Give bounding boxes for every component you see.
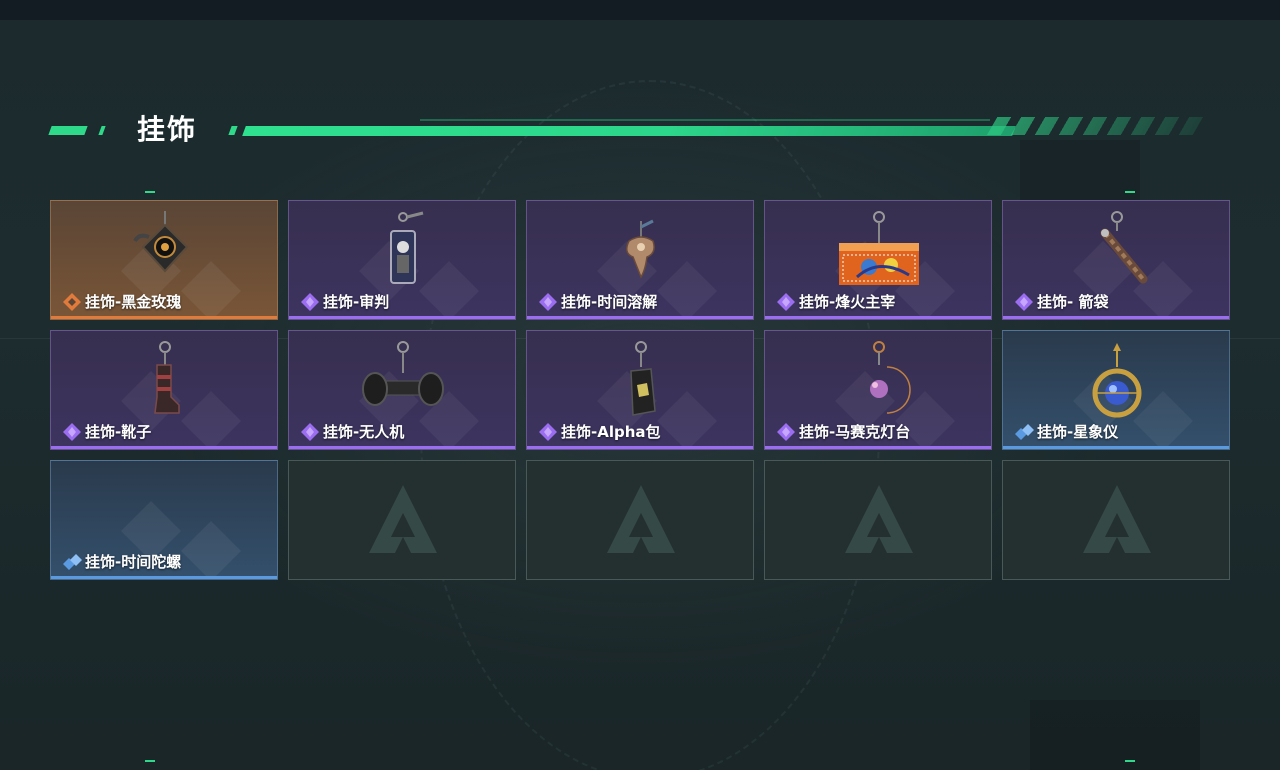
rarity-diamond-icon — [1015, 292, 1033, 311]
corner-tick — [145, 760, 155, 762]
pendant-name: 挂饰- 箭袋 — [1037, 293, 1109, 311]
pendant-name: 挂饰-马赛克灯台 — [799, 423, 911, 441]
empty-slot — [764, 460, 992, 580]
judgement-card-icon — [390, 211, 424, 284]
page-title: 挂饰 — [137, 113, 198, 146]
corner-tick — [1125, 191, 1135, 193]
pendant-card[interactable]: 挂饰-时间陀螺 — [50, 460, 278, 580]
pendant-name: 挂饰-时间溶解 — [561, 293, 658, 311]
header-accent-bar — [228, 126, 238, 135]
pendant-label: 挂饰-审判 — [299, 291, 389, 312]
empty-slot — [1002, 460, 1230, 580]
rarity-diamond-icon — [539, 292, 557, 311]
pendant-label: 挂饰-马赛克灯台 — [775, 421, 910, 442]
rarity-diamond-icon — [1015, 423, 1034, 440]
pendant-card[interactable]: 挂饰-黑金玫瑰 — [50, 200, 278, 320]
pendant-label: 挂饰-Alpha包 — [537, 421, 661, 442]
empty-slot-logo-icon — [607, 485, 675, 553]
corner-tick — [1125, 760, 1135, 762]
pendant-name: 挂饰-黑金玫瑰 — [85, 293, 182, 311]
pendant-grid: 挂饰-黑金玫瑰 挂饰-审判 挂饰-时间溶解 挂饰-烽火主宰 挂饰- 箭袋 挂饰-… — [50, 200, 1230, 580]
melting-clock-icon — [626, 219, 655, 279]
background-shape — [1030, 700, 1200, 770]
rarity-strip — [765, 316, 991, 319]
pendant-name: 挂饰-Alpha包 — [561, 423, 661, 441]
rarity-diamond-icon — [63, 292, 81, 311]
pendant-label: 挂饰-时间陀螺 — [61, 551, 181, 572]
pendant-card[interactable]: 挂饰-Alpha包 — [526, 330, 754, 450]
pendant-card[interactable]: 挂饰-时间溶解 — [526, 200, 754, 320]
pendant-label: 挂饰-烽火主宰 — [775, 291, 895, 312]
pendant-card[interactable]: 挂饰-马赛克灯台 — [764, 330, 992, 450]
header-checker-pattern — [986, 117, 1204, 135]
rarity-diamond-icon — [777, 292, 795, 311]
empty-slot — [526, 460, 754, 580]
pendant-card[interactable]: 挂饰-审判 — [288, 200, 516, 320]
pendant-name: 挂饰-星象仪 — [1037, 423, 1119, 441]
rarity-strip — [527, 316, 753, 319]
astrolabe-icon — [1092, 343, 1142, 418]
rarity-diamond-icon — [63, 422, 81, 441]
pendant-card[interactable]: 挂饰-星象仪 — [1002, 330, 1230, 450]
rarity-strip — [289, 316, 515, 319]
rarity-strip — [51, 316, 277, 319]
rarity-strip — [765, 446, 991, 449]
pendant-card[interactable]: 挂饰-烽火主宰 — [764, 200, 992, 320]
rarity-diamond-icon — [539, 422, 557, 441]
rose-pendant-icon — [133, 211, 189, 273]
rarity-diamond-icon — [777, 422, 795, 441]
pendant-label: 挂饰-无人机 — [299, 421, 404, 442]
banner-plate-icon — [839, 211, 919, 285]
rarity-diamond-icon — [301, 292, 319, 311]
rarity-strip — [289, 446, 515, 449]
rarity-diamond-icon — [301, 422, 319, 441]
rarity-strip — [1003, 316, 1229, 319]
header-accent-line — [242, 126, 1016, 136]
corner-tick — [145, 191, 155, 193]
alpha-bag-icon — [630, 341, 656, 416]
pendant-card[interactable]: 挂饰- 箭袋 — [1002, 200, 1230, 320]
pendant-name: 挂饰-烽火主宰 — [799, 293, 896, 311]
header-thin-line — [420, 119, 990, 121]
mosaic-lamp-icon — [870, 341, 911, 414]
drone-icon — [362, 341, 444, 406]
pendant-name: 挂饰-审判 — [323, 293, 390, 311]
empty-slot-logo-icon — [369, 485, 437, 553]
boot-icon — [154, 341, 180, 414]
pendant-label: 挂饰-星象仪 — [1013, 421, 1118, 442]
pendant-card[interactable]: 挂饰-无人机 — [288, 330, 516, 450]
header-accent-bar — [98, 126, 106, 135]
top-bar — [0, 0, 1280, 20]
header-accent-bar — [48, 126, 88, 135]
quiver-icon — [1100, 211, 1148, 284]
pendant-name: 挂饰-时间陀螺 — [85, 553, 182, 571]
rarity-strip — [51, 576, 277, 579]
empty-slot — [288, 460, 516, 580]
pendant-label: 挂饰-时间溶解 — [537, 291, 657, 312]
empty-slot-logo-icon — [845, 485, 913, 553]
pendant-label: 挂饰-靴子 — [61, 421, 151, 442]
pendant-label: 挂饰- 箭袋 — [1013, 291, 1108, 312]
rarity-diamond-icon — [63, 553, 82, 570]
rarity-strip — [527, 446, 753, 449]
pendant-card[interactable]: 挂饰-靴子 — [50, 330, 278, 450]
pendant-name: 挂饰-靴子 — [85, 423, 152, 441]
rarity-strip — [1003, 446, 1229, 449]
pendant-label: 挂饰-黑金玫瑰 — [61, 291, 181, 312]
pendant-name: 挂饰-无人机 — [323, 423, 405, 441]
rarity-strip — [51, 446, 277, 449]
empty-slot-logo-icon — [1083, 485, 1151, 553]
